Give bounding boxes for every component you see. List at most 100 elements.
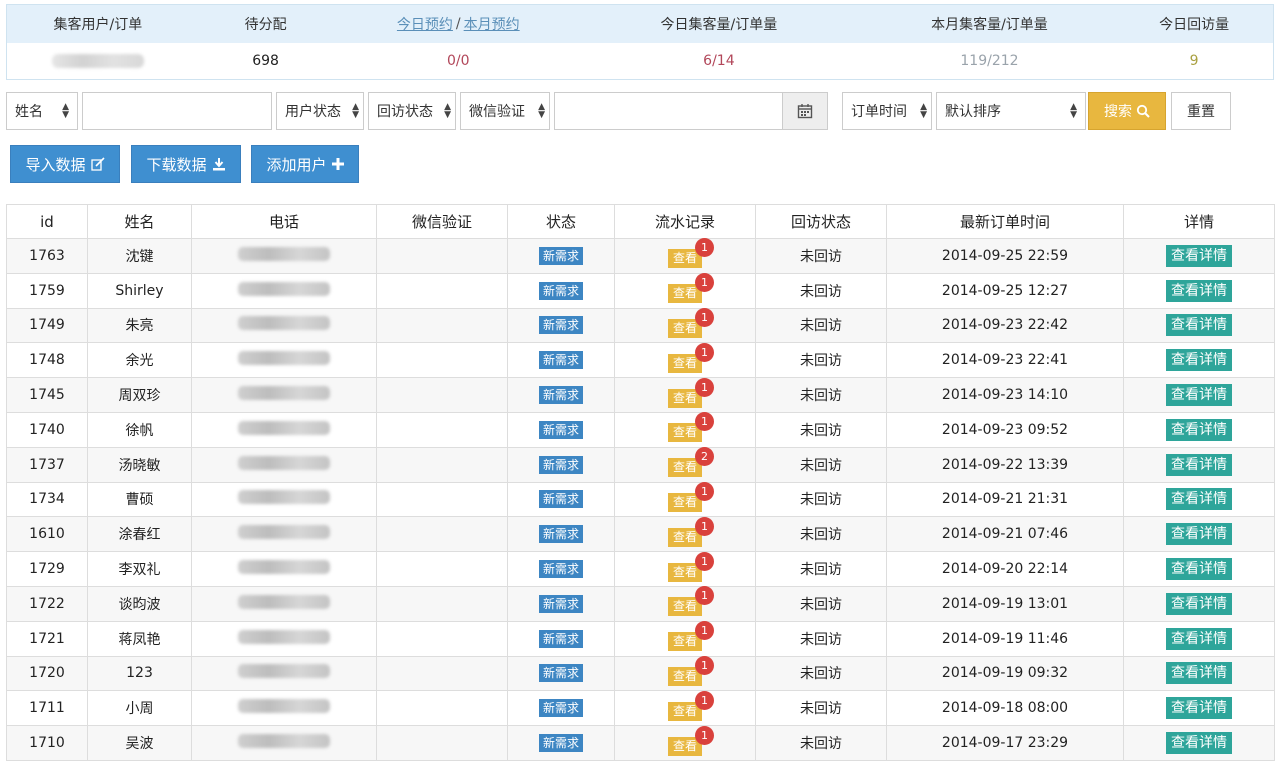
record-count-badge: 1 — [695, 586, 714, 606]
search-button[interactable]: 搜索 — [1088, 92, 1166, 130]
view-detail-button[interactable]: 查看详情 — [1166, 314, 1232, 337]
view-records-wrap: 查看 1 — [667, 377, 714, 408]
date-range-input[interactable] — [554, 92, 784, 130]
cell-visit-status: 未回访 — [755, 307, 887, 344]
header-name: 姓名 — [87, 204, 192, 239]
view-records-wrap: 查看 2 — [667, 447, 714, 478]
stats-header-today-volume: 今日集客量/订单量 — [660, 17, 778, 33]
separator: / — [455, 16, 461, 32]
record-count-badge: 1 — [695, 516, 714, 536]
cell-id: 1722 — [6, 585, 88, 622]
sort-arrows-icon: ▲ ▼ — [1070, 102, 1077, 120]
record-count-badge: 2 — [695, 447, 714, 467]
cell-order-time: 2014-09-19 09:32 — [886, 655, 1124, 692]
search-icon — [1136, 104, 1150, 118]
cell-order-time: 2014-09-23 22:41 — [886, 342, 1124, 379]
user-status-select[interactable]: 用户状态 ▲ ▼ — [276, 92, 364, 130]
view-detail-button[interactable]: 查看详情 — [1166, 592, 1232, 615]
stats-header-pending: 待分配 — [244, 17, 287, 33]
cell-records: 查看 1 — [614, 620, 756, 657]
cell-phone — [191, 238, 377, 274]
view-detail-button[interactable]: 查看详情 — [1166, 732, 1232, 755]
month-appointment-link[interactable]: 本月预约 — [464, 14, 520, 34]
blurred-phone — [238, 629, 330, 644]
cell-visit-status: 未回访 — [755, 585, 887, 622]
status-badge: 新需求 — [538, 664, 583, 683]
cell-phone — [191, 446, 377, 483]
cell-records: 查看 1 — [614, 551, 756, 587]
download-icon — [212, 158, 225, 171]
cell-name: 123 — [87, 655, 192, 692]
import-data-button[interactable]: 导入数据 — [10, 145, 120, 183]
calendar-button[interactable] — [782, 92, 828, 130]
view-detail-button[interactable]: 查看详情 — [1166, 627, 1232, 650]
download-data-label: 下载数据 — [146, 155, 207, 174]
record-count-badge: 1 — [695, 551, 714, 571]
status-badge: 新需求 — [538, 316, 583, 335]
table-row: 1710 吴波 新需求 查看 1 未回访 2014-09-17 23:29 查看详情 — [6, 725, 1275, 761]
status-badge: 新需求 — [538, 455, 583, 474]
view-detail-button[interactable]: 查看详情 — [1166, 558, 1232, 581]
view-records-wrap: 查看 1 — [667, 655, 714, 686]
cell-wechat — [376, 481, 508, 518]
order-time-select[interactable]: 订单时间 ▲ ▼ — [842, 92, 932, 130]
status-badge: 新需求 — [538, 629, 583, 648]
blurred-phone — [238, 699, 330, 714]
cell-records: 查看 2 — [614, 446, 756, 483]
status-badge: 新需求 — [538, 351, 583, 370]
stats-header-appointments: 今日预约 / 本月预约 — [342, 5, 574, 43]
cell-phone — [191, 272, 377, 309]
cell-status: 新需求 — [507, 725, 615, 761]
cell-records: 查看 1 — [614, 516, 756, 553]
cell-id: 1711 — [6, 690, 88, 727]
today-appointment-link[interactable]: 今日预约 — [397, 14, 453, 34]
edit-icon — [90, 157, 105, 171]
header-records: 流水记录 — [614, 204, 756, 239]
table-row: 1740 徐帆 新需求 查看 1 未回访 2014-09-23 09:52 查看详情 — [6, 411, 1275, 448]
calendar-icon — [797, 104, 813, 119]
record-count-badge: 1 — [695, 342, 714, 362]
blurred-phone — [238, 455, 330, 470]
view-detail-button[interactable]: 查看详情 — [1166, 418, 1232, 441]
view-detail-button[interactable]: 查看详情 — [1166, 349, 1232, 372]
blurred-phone — [238, 386, 330, 401]
cell-order-time: 2014-09-18 08:00 — [886, 690, 1124, 727]
cell-phone — [191, 655, 377, 692]
reset-button[interactable]: 重置 — [1171, 92, 1231, 130]
cell-name: 李双礼 — [87, 551, 192, 587]
status-badge: 新需求 — [538, 386, 583, 405]
view-detail-button[interactable]: 查看详情 — [1166, 697, 1232, 720]
view-detail-button[interactable]: 查看详情 — [1166, 244, 1232, 267]
add-user-button[interactable]: 添加用户 — [251, 145, 359, 183]
record-count-badge: 1 — [695, 690, 714, 710]
cell-visit-status: 未回访 — [755, 238, 887, 274]
sort-select[interactable]: 默认排序 ▲ ▼ — [936, 92, 1086, 130]
cell-id: 1610 — [6, 516, 88, 553]
cell-visit-status: 未回访 — [755, 655, 887, 692]
cell-wechat — [376, 307, 508, 344]
cell-detail: 查看详情 — [1123, 307, 1275, 344]
record-count-badge: 1 — [695, 238, 714, 258]
view-detail-button[interactable]: 查看详情 — [1166, 453, 1232, 476]
view-detail-button[interactable]: 查看详情 — [1166, 488, 1232, 511]
status-badge: 新需求 — [538, 490, 583, 509]
header-phone: 电话 — [191, 204, 377, 239]
wechat-verify-label: 微信验证 — [469, 104, 525, 120]
name-search-input[interactable] — [82, 92, 272, 130]
view-detail-button[interactable]: 查看详情 — [1166, 384, 1232, 407]
sort-arrows-icon: ▲ ▼ — [352, 102, 359, 120]
filter-bar: 姓名 ▲ ▼ 用户状态 ▲ ▼ 回访状态 ▲ ▼ 微信验证 ▲ ▼ 订单时间 ▲ ▼ 默认… — [6, 92, 1274, 130]
sort-arrows-icon: ▲ ▼ — [62, 102, 69, 120]
view-detail-button[interactable]: 查看详情 — [1166, 279, 1232, 302]
cell-id: 1721 — [6, 620, 88, 657]
record-count-badge: 1 — [695, 412, 714, 432]
view-detail-button[interactable]: 查看详情 — [1166, 662, 1232, 685]
view-detail-button[interactable]: 查看详情 — [1166, 523, 1232, 546]
cell-records: 查看 1 — [614, 377, 756, 413]
wechat-verify-select[interactable]: 微信验证 ▲ ▼ — [460, 92, 550, 130]
stats-value-appointments: 0/0 — [447, 53, 470, 69]
cell-id: 1710 — [6, 725, 88, 761]
name-select[interactable]: 姓名 ▲ ▼ — [6, 92, 78, 130]
visit-status-select[interactable]: 回访状态 ▲ ▼ — [368, 92, 456, 130]
download-data-button[interactable]: 下载数据 — [131, 145, 241, 183]
